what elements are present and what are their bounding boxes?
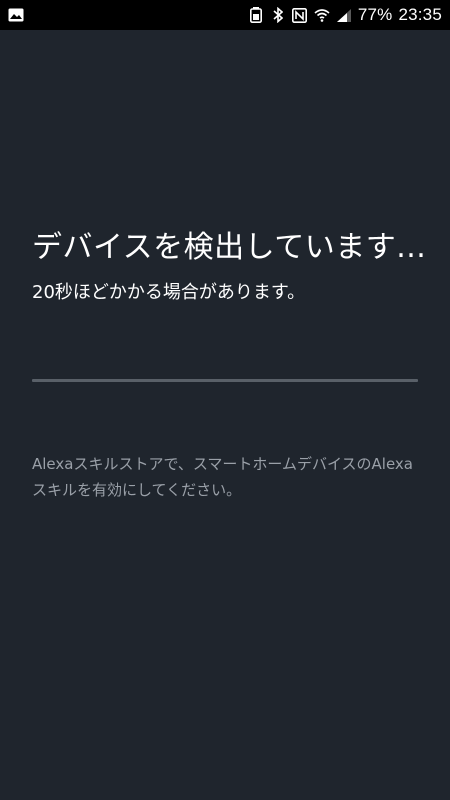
discovery-progress-bar [32, 379, 418, 382]
status-bar-right: 77% 23:35 [248, 5, 442, 25]
gallery-notification-icon [8, 7, 24, 23]
skill-store-hint: Alexaスキルストアで、スマートホームデバイスのAlexaスキルを有効にしてく… [32, 455, 413, 499]
page-subtitle: 20秒ほどかかる場合があります。 [32, 282, 306, 303]
page-title: デバイスを検出しています... [32, 230, 427, 265]
status-bar: 77% 23:35 [0, 0, 450, 30]
battery-percent: 77% [357, 5, 393, 24]
device-discovery-screen: デバイスを検出しています... 20秒ほどかかる場合があります。 Alexaスキ… [32, 30, 427, 800]
clock-time: 23:35 [398, 5, 442, 24]
signal-icon [336, 7, 352, 23]
battery-saver-icon [248, 7, 264, 23]
nfc-icon [292, 7, 308, 23]
wifi-icon [314, 7, 330, 23]
status-bar-left [8, 7, 24, 23]
bluetooth-icon [270, 7, 286, 23]
